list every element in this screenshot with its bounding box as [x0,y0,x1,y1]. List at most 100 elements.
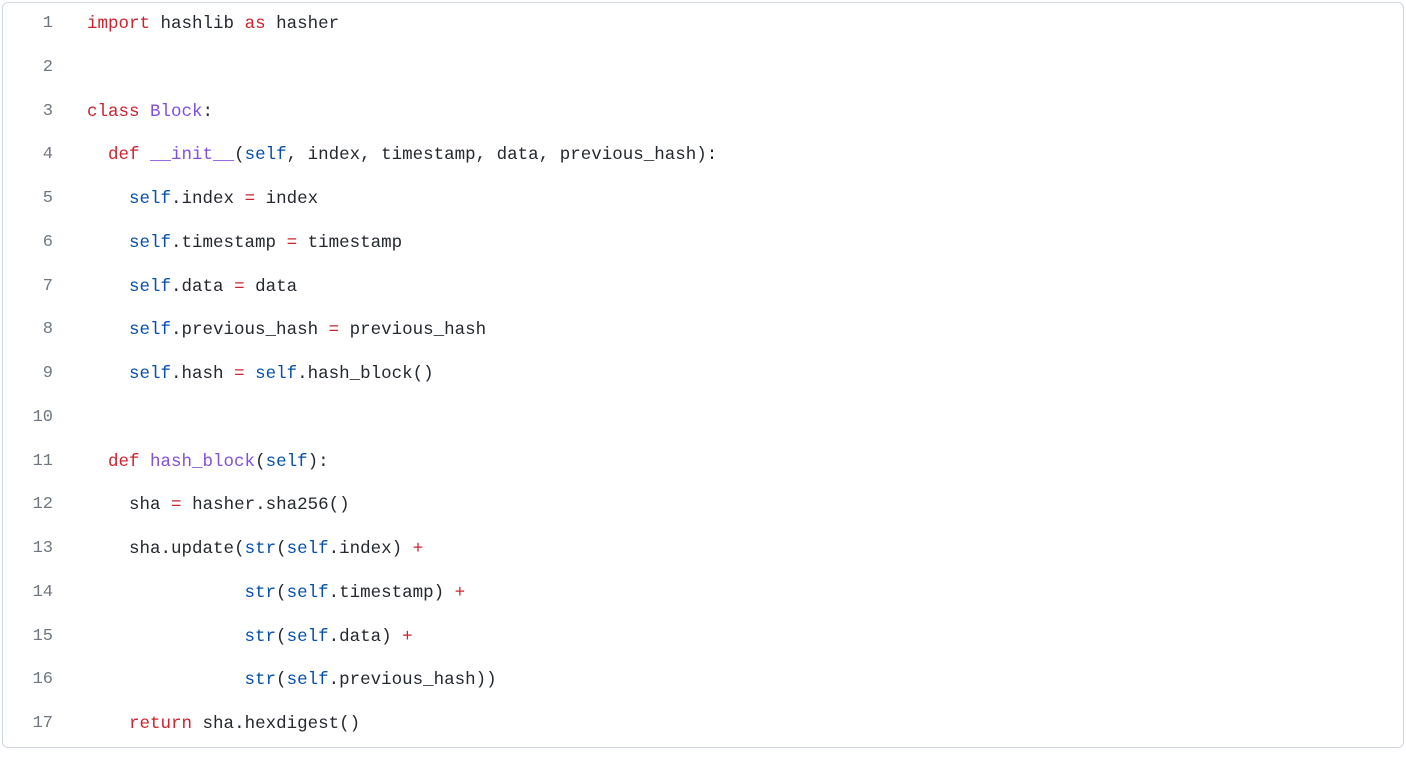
line-number[interactable]: 3 [3,91,67,135]
code-token [150,14,161,34]
code-token: __init__ [150,145,234,165]
line-number[interactable]: 9 [3,353,67,397]
code-token [266,14,277,34]
line-number[interactable]: 13 [3,528,67,572]
code-token: self [287,583,329,603]
code-line: 5 self.index = index [3,178,1403,222]
code-token: self [287,539,329,559]
code-token: ( [234,145,245,165]
code-token: sha [129,539,161,559]
line-number[interactable]: 8 [3,309,67,353]
code-token [192,714,203,734]
code-token: ) [392,539,403,559]
line-number[interactable]: 12 [3,484,67,528]
code-token: ( [276,583,287,603]
code-token: str [245,583,277,603]
code-content[interactable]: str(self.data) + [67,616,1403,660]
code-token: index [266,189,319,209]
line-number[interactable]: 16 [3,659,67,703]
line-number[interactable]: 15 [3,616,67,660]
code-token [87,670,245,690]
code-token [339,320,350,340]
code-content[interactable]: self.index = index [67,178,1403,222]
code-token [224,277,235,297]
code-token [87,233,129,253]
code-token: ( [276,627,287,647]
code-content[interactable]: self.data = data [67,266,1403,310]
code-content[interactable]: def __init__(self, index, timestamp, dat… [67,134,1403,178]
code-line: 16 str(self.previous_hash)) [3,659,1403,703]
code-token [465,583,476,603]
code-token: . [171,277,182,297]
code-content[interactable]: str(self.previous_hash)) [67,659,1403,703]
code-token: Block [150,102,203,122]
line-number[interactable]: 17 [3,703,67,747]
code-token [87,714,129,734]
line-number[interactable]: 14 [3,572,67,616]
code-token: . [171,364,182,384]
code-token: self [255,364,297,384]
code-token: index [308,145,361,165]
code-token: hexdigest [245,714,340,734]
line-number[interactable]: 4 [3,134,67,178]
code-token: , [476,145,497,165]
code-line: 4 def __init__(self, index, timestamp, d… [3,134,1403,178]
code-content[interactable]: import hashlib as hasher [67,3,1403,47]
code-token: def [108,452,140,472]
code-token: ): [696,145,717,165]
code-token: previous_hash [339,670,476,690]
code-line: 17 return sha.hexdigest() [3,703,1403,747]
code-token: = [234,277,245,297]
code-token: previous_hash [350,320,487,340]
code-token: timestamp [339,583,434,603]
code-content[interactable]: return sha.hexdigest() [67,703,1403,747]
code-content[interactable]: ​ [67,47,1403,91]
code-token: self [129,189,171,209]
code-token: timestamp [381,145,476,165]
code-token: sha256 [266,495,329,515]
code-token: hash [182,364,224,384]
code-content[interactable]: sha.update(str(self.index) + [67,528,1403,572]
code-token: str [245,539,277,559]
line-number[interactable]: 2 [3,47,67,91]
code-token [318,320,329,340]
code-token: index [339,539,392,559]
code-content[interactable] [67,397,1403,441]
code-content[interactable]: self.previous_hash = previous_hash [67,309,1403,353]
line-number[interactable]: 7 [3,266,67,310]
code-token: ): [308,452,329,472]
code-token [87,452,108,472]
code-token: return [129,714,192,734]
line-number[interactable]: 6 [3,222,67,266]
line-number[interactable]: 1 [3,3,67,47]
code-line: 8 self.previous_hash = previous_hash [3,309,1403,353]
code-token: : [203,102,214,122]
code-content[interactable]: str(self.timestamp) + [67,572,1403,616]
code-token: + [455,583,466,603]
code-content[interactable]: def hash_block(self): [67,441,1403,485]
code-token: , [539,145,560,165]
line-number[interactable]: 11 [3,441,67,485]
code-token [245,277,256,297]
code-token [182,495,193,515]
code-content[interactable]: class Block: [67,91,1403,135]
code-token [87,539,129,559]
code-token: timestamp [308,233,403,253]
code-content[interactable]: self.hash = self.hash_block() [67,353,1403,397]
code-token [297,233,308,253]
code-token [444,583,455,603]
code-token: () [329,495,350,515]
code-content[interactable]: sha = hasher.sha256() [67,484,1403,528]
code-content[interactable]: self.timestamp = timestamp [67,222,1403,266]
code-token [87,364,129,384]
code-token: self [129,320,171,340]
code-token: ) [434,583,445,603]
line-number[interactable]: 10 [3,397,67,441]
code-token: hashlib [161,14,235,34]
code-token: = [287,233,298,253]
code-line: 10 [3,397,1403,441]
code-token: self [129,364,171,384]
code-token [234,189,245,209]
code-token: hasher [276,14,339,34]
line-number[interactable]: 5 [3,178,67,222]
